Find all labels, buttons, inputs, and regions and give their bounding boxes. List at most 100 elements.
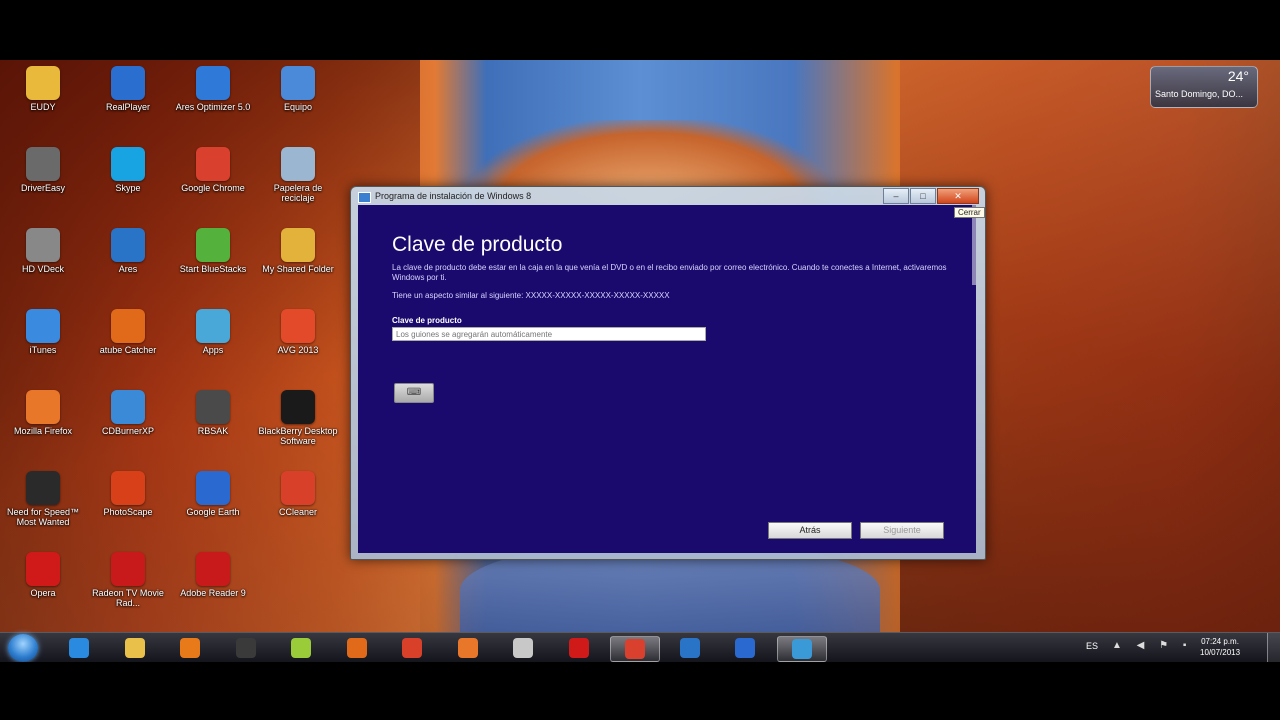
letterbox-top (0, 0, 1280, 60)
desktop-icon[interactable]: Opera (1, 546, 85, 624)
desktop-icon[interactable]: Skype (86, 141, 170, 219)
taskbar-button[interactable] (277, 636, 325, 660)
weather-gadget[interactable]: 24° Santo Domingo, DO... (1150, 66, 1258, 108)
taskbar-button[interactable] (721, 636, 769, 660)
taskbar: ES ▲ ◀ ⚑ ▪ 07:24 p.m. 10/07/2013 (0, 632, 1280, 663)
blackberry-icon (281, 390, 315, 424)
desktop-icon[interactable]: AVG 2013 (256, 303, 340, 381)
taskbar-button[interactable] (499, 636, 547, 660)
realplayer-icon (111, 66, 145, 100)
ares-optimizer-icon (196, 66, 230, 100)
taskbar-button[interactable] (111, 636, 159, 660)
close-button[interactable]: ✕ (937, 188, 979, 204)
desktop-icon[interactable]: RBSAK (171, 384, 255, 462)
media-player-icon (180, 638, 200, 658)
desktop-icon-label: Ares Optimizer 5.0 (175, 102, 251, 112)
language-indicator[interactable]: ES (1086, 641, 1098, 651)
desktop-icon-label: Opera (30, 588, 56, 598)
taskbar-button[interactable] (388, 636, 436, 660)
desktop-icon-label: CDBurnerXP (101, 426, 155, 436)
taskbar-button[interactable] (55, 636, 103, 660)
desktop-icon[interactable]: Ares (86, 222, 170, 300)
desktop-icon-label: Google Earth (186, 507, 240, 517)
apps-icon (196, 309, 230, 343)
taskbar-button[interactable] (776, 636, 827, 662)
next-button[interactable]: Siguiente (860, 522, 944, 539)
desktop-icon[interactable]: Apps (171, 303, 255, 381)
taskbar-button[interactable] (666, 636, 714, 660)
desktop-icon[interactable]: atube Catcher (86, 303, 170, 381)
window-title: Programa de instalación de Windows 8 (375, 191, 532, 201)
taskbar-button[interactable] (222, 636, 270, 660)
maximize-button[interactable]: □ (910, 188, 936, 204)
atube-catcher-icon (111, 309, 145, 343)
page-title: Clave de producto (392, 233, 563, 256)
desktop-icon[interactable]: Equipo (256, 60, 340, 138)
adobe-reader-icon (196, 552, 230, 586)
window-content: Clave de producto La clave de producto d… (358, 205, 976, 553)
ares-icon (679, 638, 700, 658)
explorer-folder-icon (124, 638, 145, 658)
avg-icon (281, 309, 315, 343)
notes-icon (291, 638, 311, 658)
cdburnerxp-icon (111, 390, 145, 424)
desktop-icon[interactable]: EUDY (1, 60, 85, 138)
desktop-icon-label: DriverEasy (20, 183, 65, 193)
taskbar-button[interactable] (555, 636, 603, 660)
desktop-icon[interactable]: Papelera de reciclaje (256, 141, 340, 219)
desktop-icon[interactable]: Mozilla Firefox (1, 384, 85, 462)
desktop-icon[interactable]: PhotoScape (86, 465, 170, 543)
desktop-icon[interactable]: CDBurnerXP (86, 384, 170, 462)
internet-explorer-icon (69, 638, 89, 658)
back-button[interactable]: Atrás (768, 522, 852, 539)
minimize-button[interactable]: – (883, 188, 909, 204)
window-app-icon (358, 192, 371, 203)
clock-date: 10/07/2013 (1200, 648, 1241, 657)
ares-icon (111, 228, 145, 262)
desktop-icon[interactable]: Ares Optimizer 5.0 (171, 60, 255, 138)
show-desktop-button[interactable] (1267, 633, 1280, 663)
desktop-icon[interactable]: DriverEasy (1, 141, 85, 219)
clock[interactable]: 07:24 p.m. 10/07/2013 (1200, 636, 1240, 658)
close-tooltip: Cerrar (954, 207, 985, 218)
desktop-icon[interactable]: Radeon TV Movie Rad... (86, 546, 170, 624)
taskbar-button[interactable] (610, 636, 660, 662)
setup-window: Programa de instalación de Windows 8 – □… (350, 186, 986, 560)
product-key-input[interactable] (392, 327, 706, 341)
start-button[interactable] (8, 634, 38, 662)
desktop-icon[interactable]: Google Chrome (171, 141, 255, 219)
desktop-icon[interactable]: Need for Speed™ Most Wanted (1, 465, 85, 543)
desktop-icon[interactable]: HD VDeck (1, 222, 85, 300)
chrome-icon (196, 147, 230, 181)
desktop-icon[interactable]: My Shared Folder (256, 222, 340, 300)
desktop-icon-label: RBSAK (197, 426, 229, 436)
ccleaner-icon (402, 638, 422, 658)
desktop-icon-label: Papelera de reciclaje (273, 183, 323, 203)
taskbar-button[interactable] (333, 636, 381, 660)
radeon-icon (111, 552, 145, 586)
taskbar-button[interactable] (444, 636, 492, 660)
opera-icon (568, 638, 589, 658)
product-key-label: Clave de producto (392, 316, 462, 325)
computer-icon (281, 66, 315, 100)
desktop-icon-label: Mozilla Firefox (13, 426, 72, 436)
desktop-icon[interactable]: iTunes (1, 303, 85, 381)
desktop-icon-label: My Shared Folder (262, 264, 334, 274)
desktop-icon[interactable]: Adobe Reader 9 (171, 546, 255, 624)
desktop-icon-label: atube Catcher (99, 345, 157, 355)
on-screen-keyboard-icon[interactable]: ⌨ (394, 383, 434, 403)
desktop-icon[interactable]: Google Earth (171, 465, 255, 543)
desktop-icon-label: EUDY (30, 102, 56, 112)
tray-icons[interactable]: ▲ ◀ ⚑ ▪ (1112, 640, 1192, 651)
desktop-icon-label: Google Chrome (181, 183, 245, 193)
desktop-icon[interactable]: RealPlayer (86, 60, 170, 138)
desktop-icon[interactable]: BlackBerry Desktop Software (256, 384, 340, 462)
desktop-icon[interactable]: Start BlueStacks (171, 222, 255, 300)
desktop-icon[interactable]: CCleaner (256, 465, 340, 543)
drivereasy-icon (26, 147, 60, 181)
desktop-icon-label: Equipo (283, 102, 313, 112)
desktop-icon-label: Adobe Reader 9 (180, 588, 246, 598)
taskbar-button[interactable] (166, 636, 214, 660)
installer-icon (791, 639, 812, 659)
chrome-icon (625, 639, 645, 659)
